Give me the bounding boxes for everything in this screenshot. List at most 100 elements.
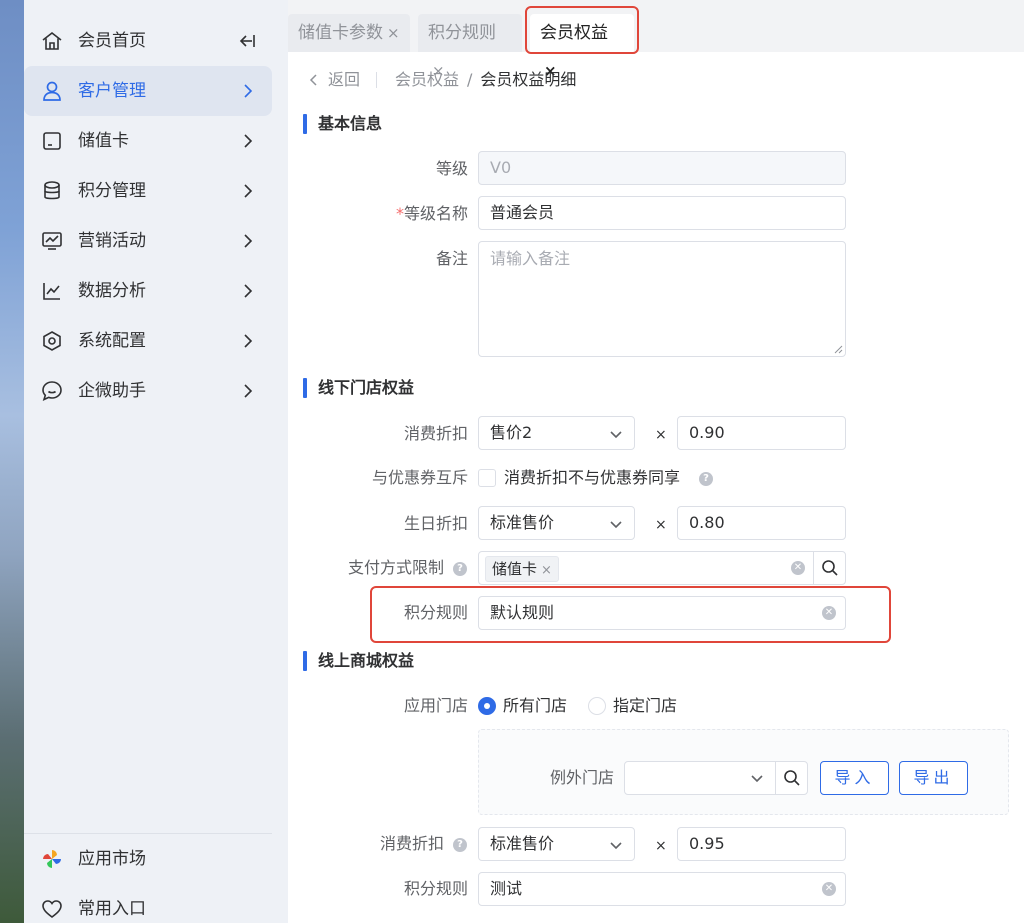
sidebar-item-home[interactable]: 会员首页 bbox=[24, 16, 272, 66]
sidebar-item-label: 会员首页 bbox=[78, 31, 146, 51]
coupon-exclusive-checkbox[interactable] bbox=[478, 469, 496, 487]
radio-specified-stores-label: 指定门店 bbox=[613, 696, 678, 715]
sidebar-item-points[interactable]: 积分管理 bbox=[24, 166, 272, 216]
radio-specified-stores[interactable] bbox=[588, 697, 606, 715]
level-name-label-text: 等级名称 bbox=[403, 204, 468, 223]
sidebar-item-label: 系统配置 bbox=[78, 331, 146, 351]
sidebar-item-customer[interactable]: 客户管理 bbox=[24, 66, 272, 116]
sidebar-item-label: 常用入口 bbox=[78, 899, 146, 919]
select-value: 标准售价 bbox=[490, 513, 555, 532]
exception-store-label: 例外门店 bbox=[549, 768, 614, 787]
online-discount-select[interactable]: 标准售价 bbox=[478, 827, 635, 861]
offline-discount-label: 消费折扣 bbox=[403, 424, 468, 443]
highlight-box-tab bbox=[525, 6, 639, 54]
help-icon[interactable]: ? bbox=[699, 472, 713, 486]
level-name-input[interactable]: 普通会员 bbox=[478, 196, 846, 230]
online-points-rule-select[interactable]: 测试 ✕ bbox=[478, 872, 846, 906]
sidebar-item-wecom[interactable]: 企微助手 bbox=[24, 366, 272, 416]
card-icon bbox=[43, 132, 61, 150]
offline-discount-rate-input[interactable]: 0.90 bbox=[677, 416, 846, 450]
home-icon bbox=[42, 31, 62, 50]
section-title-online: 线上商城权益 bbox=[303, 650, 414, 672]
chevron-right-icon bbox=[244, 134, 253, 148]
exception-store-select[interactable] bbox=[624, 761, 808, 795]
chevron-down-icon bbox=[751, 775, 763, 783]
search-button[interactable] bbox=[813, 552, 845, 584]
help-icon[interactable]: ? bbox=[453, 838, 467, 852]
sidebar-item-stored-card[interactable]: 储值卡 bbox=[24, 116, 272, 166]
chevron-right-icon bbox=[244, 184, 253, 198]
online-discount-label: 消费折扣 bbox=[379, 834, 444, 853]
desktop-background-strip bbox=[0, 0, 24, 923]
line-chart-icon bbox=[43, 283, 60, 300]
remark-textarea[interactable]: 请输入备注 bbox=[478, 241, 846, 357]
tab-points-rules[interactable]: 积分规则× bbox=[418, 14, 522, 80]
tab-label: 储值卡参数 bbox=[298, 23, 383, 43]
export-button[interactable]: 导出 bbox=[899, 761, 968, 795]
close-icon[interactable]: × bbox=[387, 24, 400, 42]
sidebar-item-favorites[interactable]: 常用入口 bbox=[24, 884, 272, 923]
chart-screen-icon bbox=[42, 232, 62, 250]
birthday-discount-rate-input[interactable]: 0.80 bbox=[677, 506, 846, 540]
settings-hex-icon bbox=[43, 331, 61, 351]
online-discount-rate-input[interactable]: 0.95 bbox=[677, 827, 846, 861]
clear-icon[interactable]: ✕ bbox=[791, 561, 805, 575]
sidebar-item-label: 储值卡 bbox=[78, 131, 129, 151]
level-input[interactable]: V0 bbox=[478, 151, 846, 185]
clear-icon[interactable]: ✕ bbox=[822, 882, 836, 896]
breadcrumb-parent[interactable]: 会员权益 bbox=[395, 68, 459, 92]
multiply-sign: × bbox=[655, 517, 667, 533]
back-label: 返回 bbox=[328, 70, 361, 89]
chevron-right-icon bbox=[244, 384, 253, 398]
sidebar-item-analytics[interactable]: 数据分析 bbox=[24, 266, 272, 316]
online-points-rule-label: 积分规则 bbox=[403, 879, 468, 898]
breadcrumb-separator: / bbox=[467, 70, 473, 89]
chat-icon bbox=[42, 381, 62, 401]
birthday-discount-select[interactable]: 标准售价 bbox=[478, 506, 635, 540]
user-icon bbox=[43, 81, 61, 101]
tab-stored-card-params[interactable]: 储值卡参数 × bbox=[288, 14, 410, 52]
required-mark: * bbox=[395, 204, 404, 223]
chevron-down-icon bbox=[610, 431, 622, 439]
search-button[interactable] bbox=[775, 762, 807, 794]
breadcrumb: 返回 会员权益 / 会员权益明细 bbox=[306, 68, 576, 92]
level-label: 等级 bbox=[435, 159, 468, 178]
radio-all-stores[interactable] bbox=[478, 697, 496, 715]
multiply-sign: × bbox=[655, 427, 667, 443]
tag-close-icon[interactable]: × bbox=[541, 563, 552, 578]
section-title-offline: 线下门店权益 bbox=[303, 377, 414, 399]
payment-restriction-select[interactable]: 储值卡 × ✕ bbox=[478, 551, 846, 585]
help-icon[interactable]: ? bbox=[453, 562, 467, 576]
sidebar-item-system-config[interactable]: 系统配置 bbox=[24, 316, 272, 366]
coupon-exclusive-label: 与优惠券互斥 bbox=[371, 468, 468, 487]
radio-all-stores-label: 所有门店 bbox=[503, 696, 568, 715]
breadcrumb-divider bbox=[376, 72, 378, 88]
multiply-sign: × bbox=[655, 838, 667, 854]
section-title-basic: 基本信息 bbox=[303, 113, 382, 135]
tag-label: 储值卡 bbox=[492, 560, 538, 578]
breadcrumb-current: 会员权益明细 bbox=[480, 70, 577, 89]
select-value: 售价2 bbox=[490, 423, 533, 442]
collapse-sidebar-icon[interactable] bbox=[236, 30, 258, 52]
remark-label: 备注 bbox=[435, 249, 468, 268]
sidebar-item-app-market[interactable]: 应用市场 bbox=[24, 834, 272, 884]
search-icon bbox=[822, 560, 838, 576]
back-link[interactable]: 返回 bbox=[306, 68, 360, 92]
apply-store-label: 应用门店 bbox=[403, 696, 468, 715]
sidebar-item-label: 营销活动 bbox=[78, 231, 146, 251]
offline-discount-select[interactable]: 售价2 bbox=[478, 416, 635, 450]
chevron-right-icon bbox=[244, 84, 253, 98]
birthday-discount-label: 生日折扣 bbox=[403, 514, 468, 533]
remark-placeholder: 请输入备注 bbox=[490, 249, 571, 268]
select-value: 标准售价 bbox=[490, 834, 555, 853]
chevron-down-icon bbox=[610, 521, 622, 529]
database-icon bbox=[44, 181, 60, 200]
sidebar-item-label: 数据分析 bbox=[78, 281, 146, 301]
payment-tag: 储值卡 × bbox=[485, 556, 559, 582]
resize-handle-icon[interactable] bbox=[833, 344, 843, 354]
import-button[interactable]: 导入 bbox=[820, 761, 889, 795]
sidebar-item-marketing[interactable]: 营销活动 bbox=[24, 216, 272, 266]
chevron-right-icon bbox=[244, 334, 253, 348]
chevron-left-icon bbox=[309, 74, 317, 86]
sidebar: 会员首页 客户管理 储值卡 积分管理 营销活动 数据分析 系统配置 企微助手 应… bbox=[24, 0, 288, 923]
